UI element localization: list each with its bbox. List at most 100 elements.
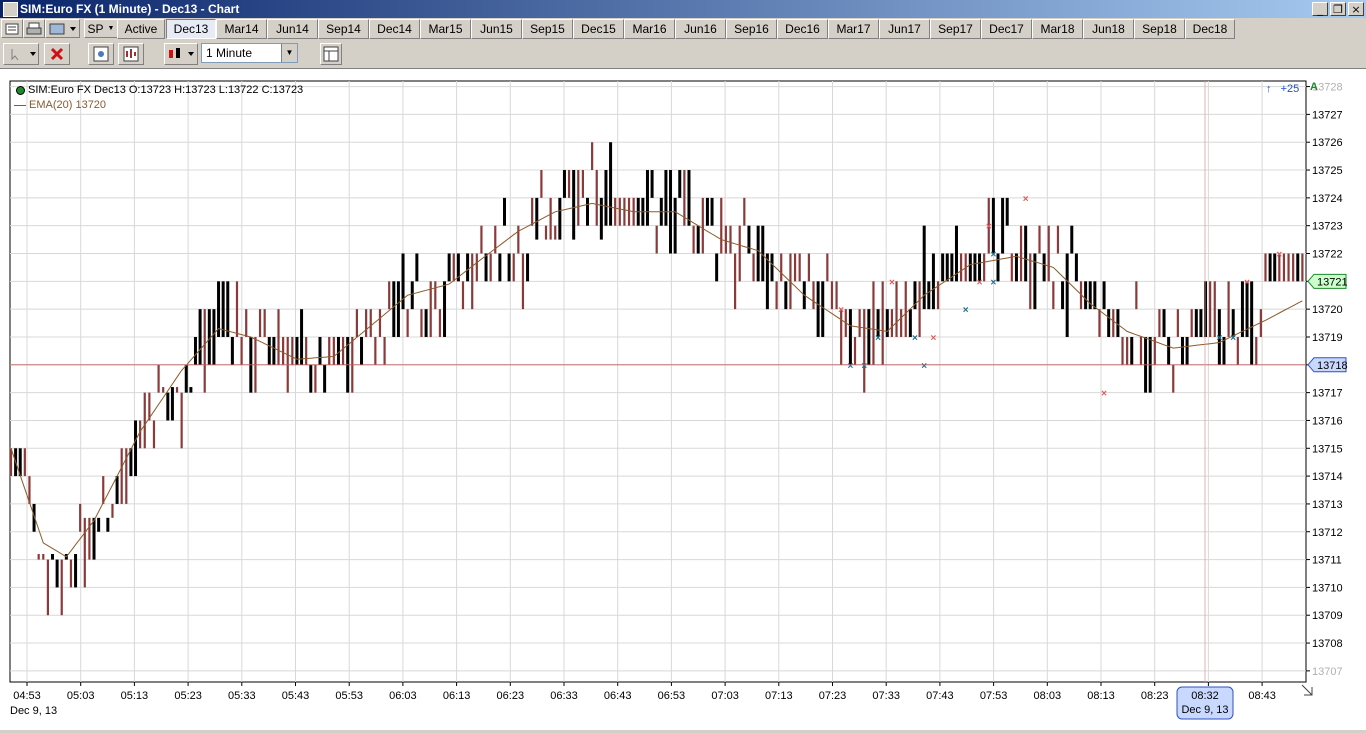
indicators-button[interactable] bbox=[88, 43, 114, 65]
y-tick-label: 13724 bbox=[1312, 193, 1343, 205]
chevron-down-icon: ▼ bbox=[281, 44, 297, 62]
data-box-button[interactable] bbox=[320, 43, 342, 65]
buy-marker: × bbox=[990, 250, 996, 261]
x-tick-label: 05:13 bbox=[121, 690, 149, 702]
y-tick-label: 13710 bbox=[1312, 582, 1343, 594]
sell-marker: × bbox=[838, 305, 844, 316]
tab-dec16[interactable]: Dec16 bbox=[777, 19, 828, 39]
strategies-icon bbox=[123, 46, 139, 62]
tab-dec13[interactable]: Dec13 bbox=[166, 19, 216, 39]
x-tick-label: 06:23 bbox=[497, 690, 525, 702]
contract-tab-bar: SP ▼ Active Dec13 Mar14 Jun14 Sep14 Dec14 Mar… bbox=[0, 18, 1366, 40]
y-tick-label: 13720 bbox=[1312, 304, 1343, 316]
date-label: Dec 9, 13 bbox=[10, 705, 57, 717]
tab-dec15[interactable]: Dec15 bbox=[573, 19, 624, 39]
cursor-icon bbox=[11, 49, 36, 61]
data-series-button[interactable] bbox=[45, 19, 80, 38]
buy-marker: × bbox=[1230, 333, 1236, 344]
y-tick-label: 13717 bbox=[1312, 388, 1343, 400]
printer-icon bbox=[26, 22, 42, 34]
series-status-icon bbox=[16, 85, 25, 95]
x-tick-label: 06:53 bbox=[658, 690, 686, 702]
tab-mar17[interactable]: Mar17 bbox=[828, 19, 879, 39]
crosshair-price-label: 13718 bbox=[1317, 360, 1348, 372]
chart-style-button[interactable] bbox=[164, 43, 198, 65]
x-tick-label: 07:53 bbox=[980, 690, 1008, 702]
sell-marker: × bbox=[1101, 389, 1107, 400]
tab-dec17[interactable]: Dec17 bbox=[981, 19, 1032, 39]
chart-panel[interactable]: 13707 13708 13709 13710 13711 13712 13713 13714… bbox=[0, 69, 1366, 730]
interval-select[interactable]: 1 Minute ▼ bbox=[201, 43, 298, 63]
tab-sep16[interactable]: Sep16 bbox=[726, 19, 777, 39]
chevron-down-icon: ▼ bbox=[107, 25, 115, 32]
tab-mar15[interactable]: Mar15 bbox=[420, 19, 471, 39]
tab-sep17[interactable]: Sep17 bbox=[930, 19, 981, 39]
tab-jun18[interactable]: Jun18 bbox=[1083, 19, 1134, 39]
x-tick-label: 05:23 bbox=[174, 690, 202, 702]
print-button[interactable] bbox=[23, 19, 45, 38]
sell-marker: × bbox=[889, 277, 895, 288]
y-tick-label: 13722 bbox=[1312, 249, 1343, 261]
arrow-up-icon: ↑ bbox=[1266, 83, 1272, 95]
y-tick-label: 13726 bbox=[1312, 137, 1343, 149]
tab-jun17[interactable]: Jun17 bbox=[879, 19, 930, 39]
tab-dec18[interactable]: Dec18 bbox=[1185, 19, 1235, 39]
tab-jun14[interactable]: Jun14 bbox=[267, 19, 318, 39]
indicators-icon bbox=[93, 46, 109, 62]
series-legend: SIM:Euro FX Dec13 O:13723 H:13723 L:1372… bbox=[16, 84, 303, 96]
sell-marker: × bbox=[1276, 250, 1282, 261]
instrument-label: SP bbox=[87, 21, 104, 36]
data-box-icon bbox=[323, 46, 339, 62]
title-bar: SIM:Euro FX (1 Minute) - Dec13 - Chart _… bbox=[0, 0, 1366, 18]
chart-properties-button[interactable] bbox=[1, 19, 23, 38]
x-tick-label: 08:43 bbox=[1248, 690, 1276, 702]
buy-marker: × bbox=[963, 305, 969, 316]
x-tick-label: 08:03 bbox=[1034, 690, 1062, 702]
scroll-forward-button[interactable]: ↑ +25 bbox=[1266, 83, 1299, 95]
restore-button[interactable]: ❐ bbox=[1330, 2, 1346, 16]
y-tick-label: 13709 bbox=[1312, 610, 1343, 622]
axis-mode-flag[interactable]: A bbox=[1310, 81, 1318, 93]
x-tick-label: 05:33 bbox=[228, 690, 256, 702]
buy-marker: × bbox=[875, 333, 881, 344]
tab-dec14[interactable]: Dec14 bbox=[369, 19, 420, 39]
buy-marker: × bbox=[1216, 333, 1222, 344]
x-tick-label: 08:23 bbox=[1141, 690, 1169, 702]
tab-jun15[interactable]: Jun15 bbox=[471, 19, 522, 39]
sell-marker: × bbox=[1023, 194, 1029, 205]
minimize-button[interactable]: _ bbox=[1312, 2, 1328, 16]
scroll-offset-label: +25 bbox=[1280, 83, 1300, 95]
x-tick-label: 05:43 bbox=[282, 690, 310, 702]
data-series-icon bbox=[49, 23, 76, 34]
buy-marker: × bbox=[861, 361, 867, 372]
y-tick-label: 13725 bbox=[1312, 165, 1343, 177]
x-tick-label: 05:53 bbox=[335, 690, 363, 702]
price-chart[interactable]: 13707 13708 13709 13710 13711 13712 13713 13714… bbox=[0, 69, 1366, 730]
tab-sep18[interactable]: Sep18 bbox=[1134, 19, 1185, 39]
tab-sep15[interactable]: Sep15 bbox=[522, 19, 573, 39]
tab-mar14[interactable]: Mar14 bbox=[216, 19, 267, 39]
ema-line-swatch bbox=[14, 104, 26, 106]
strategies-button[interactable] bbox=[118, 43, 144, 65]
window-title: SIM:Euro FX (1 Minute) - Dec13 - Chart bbox=[20, 2, 240, 16]
tab-sep14[interactable]: Sep14 bbox=[318, 19, 369, 39]
instrument-selector[interactable]: SP ▼ bbox=[84, 19, 118, 38]
y-tick-label: 13716 bbox=[1312, 415, 1343, 427]
sell-marker: × bbox=[977, 277, 983, 288]
pointer-tool-button[interactable] bbox=[3, 43, 39, 65]
y-tick-label: 13715 bbox=[1312, 443, 1343, 455]
x-tick-label: 07:13 bbox=[765, 690, 793, 702]
close-button[interactable]: × bbox=[1348, 2, 1364, 16]
crosshair-date-label: Dec 9, 13 bbox=[1181, 704, 1228, 716]
tab-jun16[interactable]: Jun16 bbox=[675, 19, 726, 39]
tab-mar16[interactable]: Mar16 bbox=[624, 19, 675, 39]
tab-mar18[interactable]: Mar18 bbox=[1032, 19, 1083, 39]
y-tick-label: 13727 bbox=[1312, 109, 1343, 121]
x-tick-label: 07:03 bbox=[711, 690, 739, 702]
resize-grip-icon bbox=[1301, 684, 1313, 696]
x-tick-label: 04:53 bbox=[13, 690, 41, 702]
y-tick-label: 13707 bbox=[1312, 666, 1343, 678]
tab-active[interactable]: Active bbox=[117, 19, 165, 39]
sell-marker: × bbox=[1244, 277, 1250, 288]
delete-drawings-button[interactable] bbox=[44, 43, 70, 65]
